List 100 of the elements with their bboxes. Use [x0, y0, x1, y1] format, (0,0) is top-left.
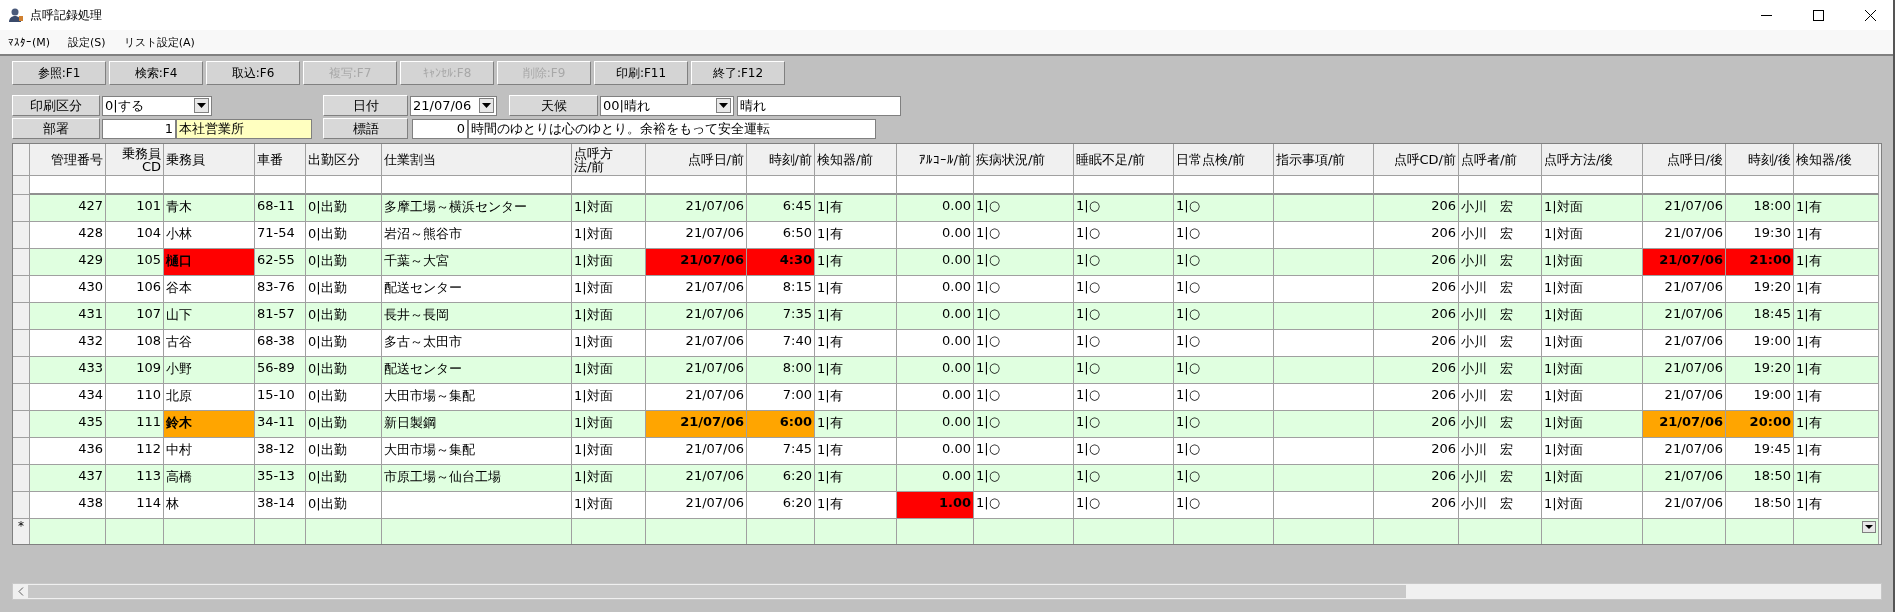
column-header[interactable]: 検知器/後 — [1794, 144, 1879, 176]
column-header[interactable]: 点呼者/前 — [1459, 144, 1542, 176]
table-cell: 21/07/06 — [1643, 276, 1726, 303]
filter-cell[interactable] — [646, 176, 747, 195]
filter-cell[interactable] — [1374, 176, 1459, 195]
filter-cell[interactable] — [1274, 176, 1374, 195]
table-cell: 112 — [106, 438, 164, 465]
table-cell: 68-38 — [255, 330, 306, 357]
row-header[interactable] — [13, 384, 30, 411]
column-header[interactable]: 点呼方法/後 — [1542, 144, 1643, 176]
column-header[interactable]: 車番 — [255, 144, 306, 176]
table-cell: 206 — [1374, 411, 1459, 438]
column-header[interactable]: 時刻/前 — [747, 144, 815, 176]
filter-cell[interactable] — [1726, 176, 1794, 195]
column-header[interactable]: 出勤区分 — [306, 144, 382, 176]
filter-cell[interactable] — [815, 176, 897, 195]
table-cell: 大田市場～集配 — [382, 438, 572, 465]
row-header[interactable] — [13, 222, 30, 249]
filter-cell[interactable] — [1643, 176, 1726, 195]
toolbar-button[interactable]: 印刷:F11 — [594, 61, 688, 85]
filter-cell[interactable] — [306, 176, 382, 195]
table-cell: 1|対面 — [1542, 465, 1643, 492]
table-cell: 1|有 — [1794, 438, 1879, 465]
scrollbar-thumb[interactable] — [28, 585, 1406, 598]
filter-cell[interactable] — [30, 176, 106, 195]
row-header[interactable] — [13, 276, 30, 303]
column-header[interactable]: 検知器/前 — [815, 144, 897, 176]
column-header[interactable]: 点呼CD/前 — [1374, 144, 1459, 176]
table-cell: 1|有 — [1794, 330, 1879, 357]
date-field[interactable]: 21/07/06 — [410, 95, 497, 116]
table-cell: 101 — [106, 195, 164, 222]
column-header[interactable]: 指示事項/前 — [1274, 144, 1374, 176]
horizontal-scrollbar[interactable] — [12, 583, 1882, 600]
table-cell: 1|○ — [1174, 384, 1274, 411]
table-cell: 1|対面 — [572, 438, 646, 465]
filter-cell[interactable] — [747, 176, 815, 195]
table-cell: 配送センター — [382, 276, 572, 303]
table-cell: 樋口 — [164, 249, 255, 276]
filter-cell[interactable] — [1542, 176, 1643, 195]
column-header[interactable]: 仕業割当 — [382, 144, 572, 176]
table-cell: 21/07/06 — [1643, 384, 1726, 411]
toolbar-button[interactable]: 参照:F1 — [12, 61, 106, 85]
column-header[interactable]: 管理番号 — [30, 144, 106, 176]
filter-cell[interactable] — [1074, 176, 1174, 195]
table-cell: 1|○ — [1174, 330, 1274, 357]
menu-item[interactable]: 設定(S) — [68, 34, 106, 50]
weather-select[interactable]: 00|晴れ — [600, 95, 734, 116]
table-cell: 1|有 — [815, 276, 897, 303]
table-cell: 7:45 — [747, 438, 815, 465]
menu-item[interactable]: リスト設定(A) — [123, 34, 195, 50]
toolbar-button[interactable]: 取込:F6 — [206, 61, 300, 85]
row-header[interactable] — [13, 249, 30, 276]
filter-cell[interactable] — [1174, 176, 1274, 195]
filter-cell[interactable] — [974, 176, 1074, 195]
filter-cell[interactable] — [1459, 176, 1542, 195]
toolbar-button[interactable]: 終了:F12 — [691, 61, 785, 85]
menu-item[interactable]: ﾏｽﾀｰ(M) — [8, 35, 51, 49]
column-header[interactable]: 乗務員CD — [106, 144, 164, 176]
column-header[interactable]: ｱﾙｺｰﾙ/前 — [897, 144, 974, 176]
print-select[interactable]: 0|する — [102, 95, 212, 116]
row-header[interactable] — [13, 303, 30, 330]
filter-cell[interactable] — [897, 176, 974, 195]
table-cell: 1|○ — [974, 330, 1074, 357]
row-header[interactable] — [13, 492, 30, 519]
table-cell — [106, 519, 164, 544]
column-header[interactable]: 点呼日/後 — [1643, 144, 1726, 176]
column-header[interactable]: 点呼方法/前 — [572, 144, 646, 176]
motto-field[interactable]: 時間のゆとりは心のゆとり。余裕をもって安全運転 — [468, 118, 876, 139]
filter-cell[interactable] — [1794, 176, 1879, 195]
table-cell: 1|有 — [815, 492, 897, 519]
column-header[interactable]: 時刻/後 — [1726, 144, 1794, 176]
table-cell: 0|出勤 — [306, 249, 382, 276]
row-header[interactable] — [13, 411, 30, 438]
column-header[interactable]: 点呼日/前 — [646, 144, 747, 176]
filter-cell[interactable] — [106, 176, 164, 195]
table-cell: 北原 — [164, 384, 255, 411]
table-cell: 0.00 — [897, 384, 974, 411]
filter-cell[interactable] — [382, 176, 572, 195]
toolbar-button[interactable]: 検索:F4 — [109, 61, 203, 85]
department-code-field[interactable]: 1 — [102, 118, 176, 139]
table-cell: 6:50 — [747, 222, 815, 249]
row-header[interactable] — [13, 465, 30, 492]
row-header[interactable] — [13, 195, 30, 222]
table-cell: 1|○ — [974, 438, 1074, 465]
weather-text-field[interactable]: 晴れ — [737, 95, 901, 116]
row-header[interactable] — [13, 330, 30, 357]
filter-cell[interactable] — [572, 176, 646, 195]
row-header[interactable] — [13, 438, 30, 465]
column-header[interactable]: 睡眠不足/前 — [1074, 144, 1174, 176]
table-cell: 7:35 — [747, 303, 815, 330]
chevron-left-icon[interactable] — [17, 587, 24, 596]
column-header[interactable]: 疾病状況/前 — [974, 144, 1074, 176]
filter-cell[interactable] — [255, 176, 306, 195]
column-header[interactable]: 乗務員 — [164, 144, 255, 176]
column-header[interactable]: 日常点検/前 — [1174, 144, 1274, 176]
motto-code-field[interactable]: 0 — [412, 118, 468, 139]
table-cell: 1|対面 — [572, 303, 646, 330]
table-cell: 21/07/06 — [646, 492, 747, 519]
row-header[interactable] — [13, 357, 30, 384]
filter-cell[interactable] — [164, 176, 255, 195]
